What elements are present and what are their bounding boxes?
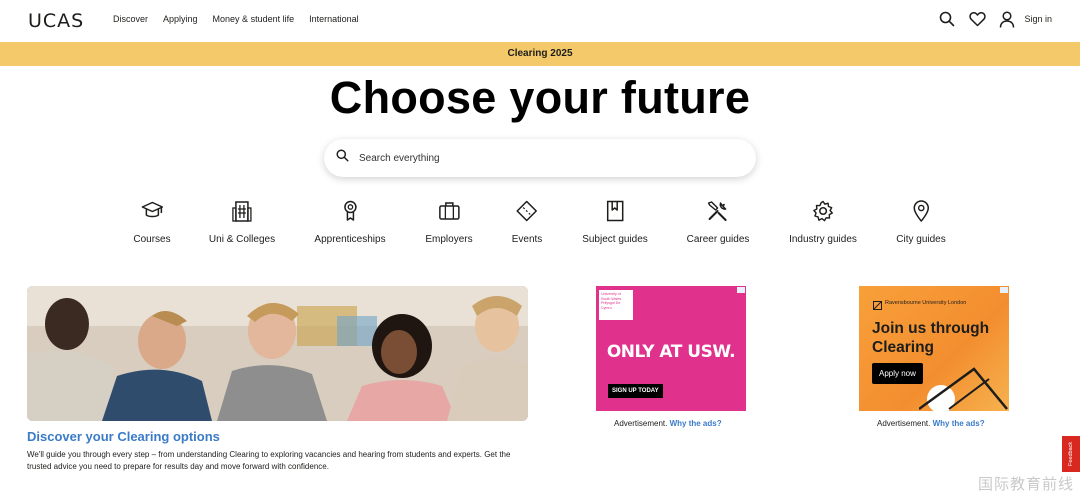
feature-description: We'll guide you through every step – fro… bbox=[27, 450, 511, 471]
building-icon bbox=[229, 198, 255, 224]
feature-title-link[interactable]: Discover your Clearing options bbox=[27, 429, 220, 444]
ticket-icon bbox=[514, 198, 540, 224]
category-label: Uni & Colleges bbox=[208, 234, 276, 245]
category-label: Events bbox=[511, 234, 543, 245]
ad-cta-button[interactable]: Apply now bbox=[872, 363, 923, 384]
ucas-logo[interactable]: UCAS bbox=[28, 10, 84, 32]
category-subject-guides[interactable]: Subject guides bbox=[582, 198, 648, 245]
bookmark-icon bbox=[602, 198, 628, 224]
advert-usw[interactable]: University of South Wales Prifysgol De C… bbox=[596, 286, 746, 411]
category-label: Apprenticeships bbox=[314, 234, 386, 245]
category-apprenticeships[interactable]: Apprenticeships bbox=[314, 198, 386, 245]
usw-logo: University of South Wales Prifysgol De C… bbox=[599, 290, 633, 320]
graduation-cap-icon bbox=[139, 198, 165, 224]
map-pin-icon bbox=[908, 198, 934, 224]
gear-icon bbox=[810, 198, 836, 224]
advert-ravensbourne[interactable]: Ravensbourne University London Join us t… bbox=[859, 286, 1009, 411]
header-actions: Sign in bbox=[926, 10, 1052, 28]
category-uni-colleges[interactable]: Uni & Colleges bbox=[209, 198, 275, 245]
ad-caption: Advertisement. Why the ads? bbox=[877, 419, 985, 428]
clearing-hero-image[interactable] bbox=[27, 286, 528, 421]
search-icon[interactable] bbox=[938, 10, 956, 28]
ad-decoration bbox=[919, 367, 1008, 411]
why-ads-link[interactable]: Why the ads? bbox=[670, 419, 722, 428]
tools-icon bbox=[705, 198, 731, 224]
category-label: Subject guides bbox=[582, 234, 648, 245]
sign-in-link[interactable]: Sign in bbox=[1024, 14, 1052, 24]
award-icon bbox=[337, 198, 363, 224]
category-label: Career guides bbox=[686, 234, 750, 245]
nav-applying[interactable]: Applying bbox=[163, 14, 198, 24]
briefcase-icon bbox=[436, 198, 462, 224]
category-label: Courses bbox=[133, 234, 171, 245]
category-industry-guides[interactable]: Industry guides bbox=[789, 198, 857, 245]
clearing-banner[interactable]: Clearing 2025 bbox=[0, 42, 1080, 66]
category-events[interactable]: Events bbox=[511, 198, 543, 245]
ravensbourne-logo: Ravensbourne University London bbox=[885, 300, 967, 306]
site-header: UCAS Discover Applying Money & student l… bbox=[0, 0, 1080, 42]
user-icon[interactable] bbox=[998, 10, 1016, 28]
banner-text[interactable]: Clearing 2025 bbox=[507, 48, 572, 59]
heart-icon[interactable] bbox=[968, 10, 986, 28]
search-input[interactable] bbox=[359, 152, 719, 164]
category-career-guides[interactable]: Career guides bbox=[686, 198, 750, 245]
adchoices-icon[interactable] bbox=[1000, 287, 1008, 293]
adchoices-icon[interactable] bbox=[737, 287, 745, 293]
feedback-tab[interactable]: Feedback bbox=[1062, 436, 1080, 472]
ad-caption: Advertisement. Why the ads? bbox=[614, 419, 722, 428]
ad-cta-button[interactable]: SIGN UP TODAY bbox=[608, 384, 663, 398]
search-icon bbox=[336, 149, 349, 167]
category-courses[interactable]: Courses bbox=[133, 198, 171, 245]
category-employers[interactable]: Employers bbox=[425, 198, 473, 245]
ad-headline: ONLY AT USW. bbox=[606, 342, 736, 362]
category-label: City guides bbox=[896, 234, 946, 245]
nav-discover[interactable]: Discover bbox=[113, 14, 148, 24]
page-title: Choose your future bbox=[329, 72, 751, 123]
category-city-guides[interactable]: City guides bbox=[896, 198, 946, 245]
watermark: 国际教育前线 bbox=[977, 475, 1074, 493]
search-bar[interactable] bbox=[324, 139, 756, 177]
main-nav: Discover Applying Money & student life I… bbox=[113, 14, 374, 24]
why-ads-link[interactable]: Why the ads? bbox=[933, 419, 985, 428]
category-label: Employers bbox=[425, 234, 473, 245]
nav-international[interactable]: International bbox=[309, 14, 359, 24]
ad-label: Advertisement. bbox=[877, 419, 931, 428]
nav-money-student-life[interactable]: Money & student life bbox=[213, 14, 295, 24]
ravensbourne-logo-icon bbox=[873, 301, 882, 310]
category-label: Industry guides bbox=[789, 234, 857, 245]
ad-label: Advertisement. bbox=[614, 419, 668, 428]
